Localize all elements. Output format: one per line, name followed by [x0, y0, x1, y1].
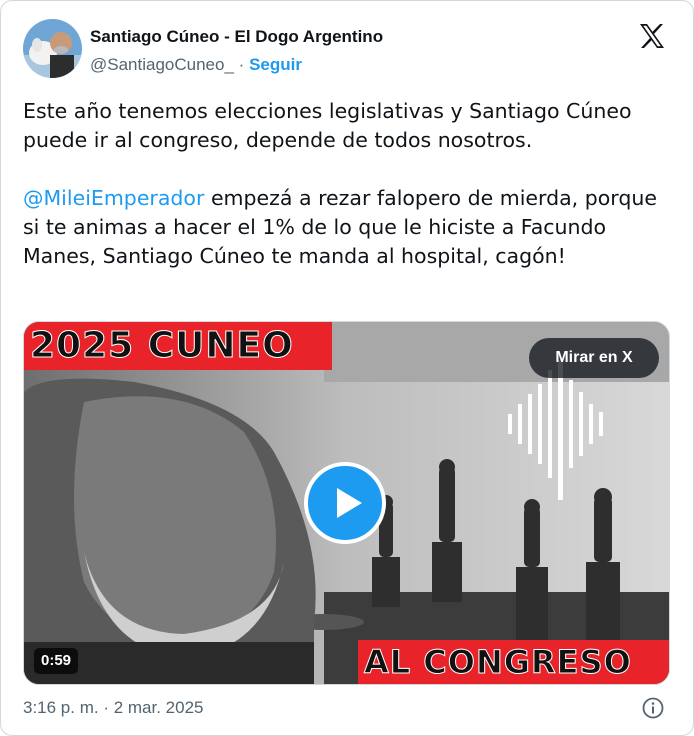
video-duration: 0:59 — [34, 648, 79, 674]
play-icon — [337, 488, 362, 518]
mention-link[interactable]: @MileiEmperador — [23, 186, 204, 210]
separator: · — [238, 55, 245, 74]
avatar[interactable] — [23, 19, 82, 78]
author-name[interactable]: Santiago Cúneo - El Dogo Argentino — [90, 27, 383, 47]
x-logo-icon[interactable] — [637, 21, 667, 51]
tweet-paragraph: Este año tenemos elecciones legislativas… — [23, 99, 632, 152]
info-icon[interactable] — [641, 696, 665, 720]
tweet-card: Santiago Cúneo - El Dogo Argentino @Sant… — [0, 0, 694, 736]
avatar-image — [23, 19, 82, 78]
author-handle-row: @SantiagoCuneo_ · Seguir — [90, 55, 302, 75]
tweet-text: Este año tenemos elecciones legislativas… — [23, 97, 673, 271]
tweet-timestamp[interactable]: 3:16 p. m. · 2 mar. 2025 — [23, 698, 203, 718]
play-button[interactable] — [304, 462, 386, 544]
video-banner-top-text: 2025 CUNEO — [30, 325, 294, 367]
video-banner-bottom-text: AL CONGRESO — [364, 643, 632, 682]
video-banner-top: 2025 CUNEO — [24, 322, 332, 370]
author-handle[interactable]: @SantiagoCuneo_ — [90, 55, 234, 74]
follow-button[interactable]: Seguir — [249, 55, 302, 74]
video-player[interactable]: 2025 CUNEO AL CONGRESO Mirar en X 0:59 — [23, 321, 670, 685]
video-banner-bottom: AL CONGRESO — [358, 640, 669, 684]
watch-on-x-button[interactable]: Mirar en X — [529, 338, 659, 378]
tweet-paragraph: @MileiEmperador empezá a rezar falopero … — [23, 184, 673, 271]
